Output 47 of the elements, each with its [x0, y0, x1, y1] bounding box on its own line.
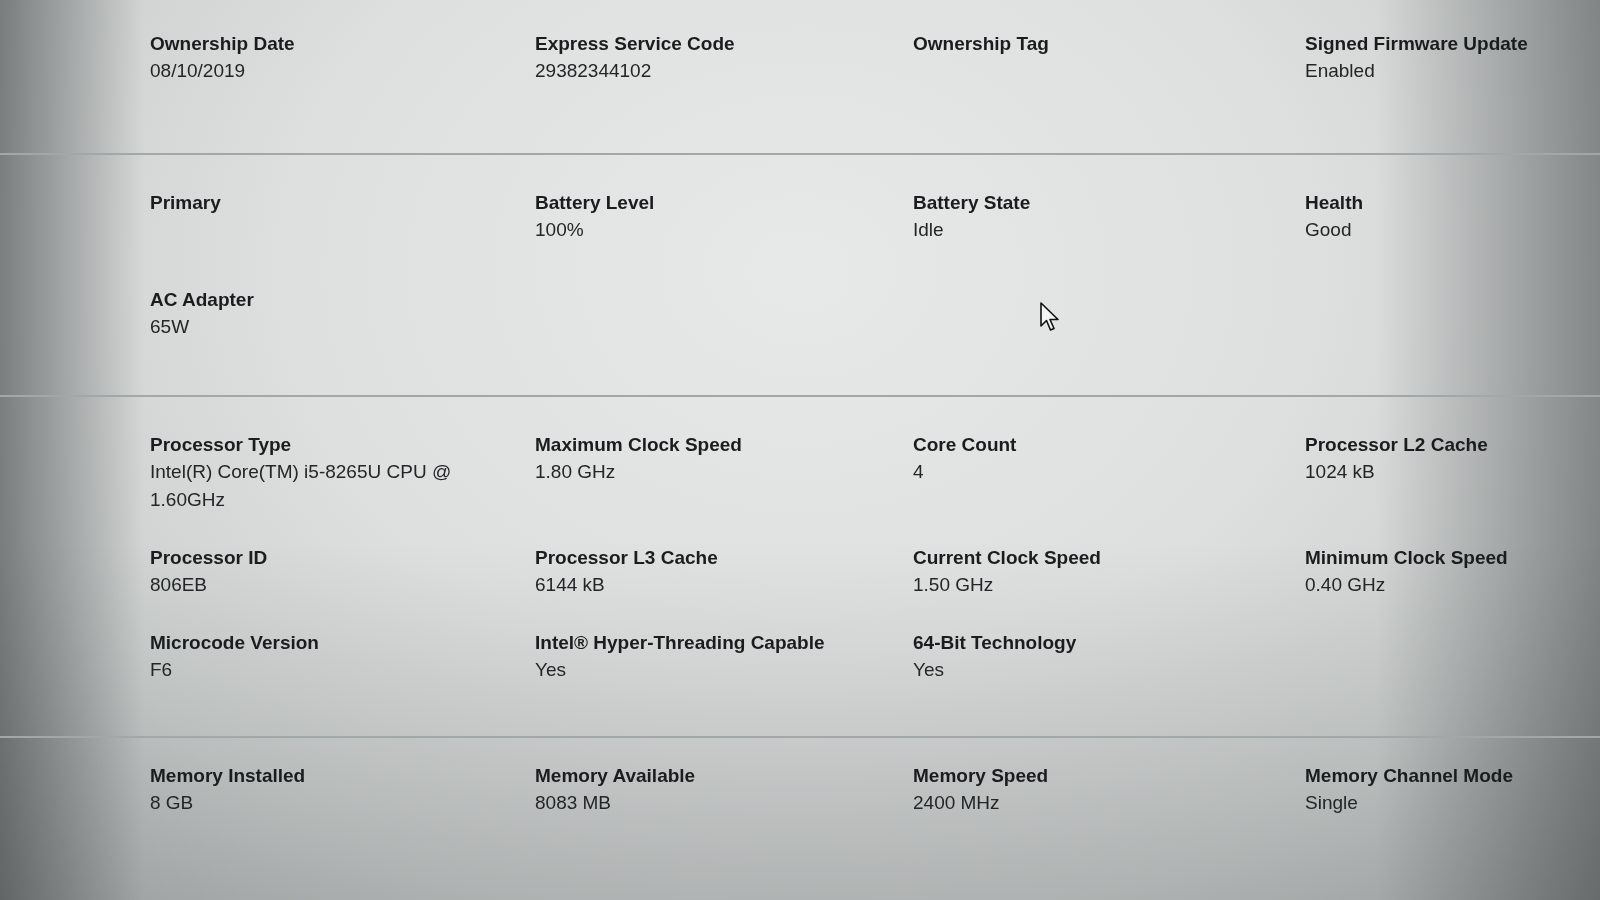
field-label: Microcode Version [150, 631, 320, 655]
field-label: Current Clock Speed [913, 546, 1102, 570]
field-value: Enabled [1305, 59, 1376, 83]
field-value: 8083 MB [535, 791, 613, 815]
field-value: 1.50 GHz [913, 573, 995, 597]
field-label: Maximum Clock Speed [535, 433, 743, 457]
field-label: Health [1305, 191, 1365, 215]
field-label: 64-Bit Technology [913, 631, 1078, 655]
field-label: Express Service Code [535, 32, 736, 56]
field-value: Idle [913, 218, 945, 242]
field-label: Minimum Clock Speed [1305, 546, 1509, 570]
field-value: 806EB [150, 573, 209, 597]
field-label: AC Adapter [150, 288, 255, 312]
field-value: 100% [535, 218, 585, 242]
field-value: 4 [913, 460, 925, 484]
field-value: Single [1305, 791, 1359, 815]
mouse-pointer-icon [1040, 302, 1060, 332]
field-label: Signed Firmware Update [1305, 32, 1529, 56]
field-label: Ownership Tag [913, 32, 1050, 56]
field-label: Processor L2 Cache [1305, 433, 1489, 457]
field-value: Good [1305, 218, 1353, 242]
field-label: Intel® Hyper-Threading Capable [535, 631, 826, 655]
field-label: Processor L3 Cache [535, 546, 719, 570]
field-value: 1.80 GHz [535, 460, 617, 484]
field-value: 1024 kB [1305, 460, 1376, 484]
field-label: Processor Type [150, 433, 293, 457]
field-label: Memory Channel Mode [1305, 764, 1514, 788]
field-value: 2400 MHz [913, 791, 1001, 815]
field-label: Memory Speed [913, 764, 1050, 788]
field-value: Yes [535, 658, 567, 682]
field-value: Yes [913, 658, 945, 682]
field-value: 0.40 GHz [1305, 573, 1387, 597]
field-value: 65W [150, 315, 191, 339]
field-label: Core Count [913, 433, 1018, 457]
field-label: Ownership Date [150, 32, 296, 56]
field-label: Primary [150, 191, 222, 215]
field-label: Processor ID [150, 546, 269, 570]
field-value: 6144 kB [535, 573, 606, 597]
field-value: 08/10/2019 [150, 59, 247, 83]
field-label: Memory Installed [150, 764, 307, 788]
field-label: Battery Level [535, 191, 656, 215]
field-value: 29382344102 [535, 59, 653, 83]
field-label: Memory Available [535, 764, 697, 788]
field-value: F6 [150, 658, 174, 682]
field-value: 8 GB [150, 791, 195, 815]
field-value: Intel(R) Core(TM) i5-8265U CPU @ 1.60GHz [150, 460, 453, 512]
field-label: Battery State [913, 191, 1032, 215]
